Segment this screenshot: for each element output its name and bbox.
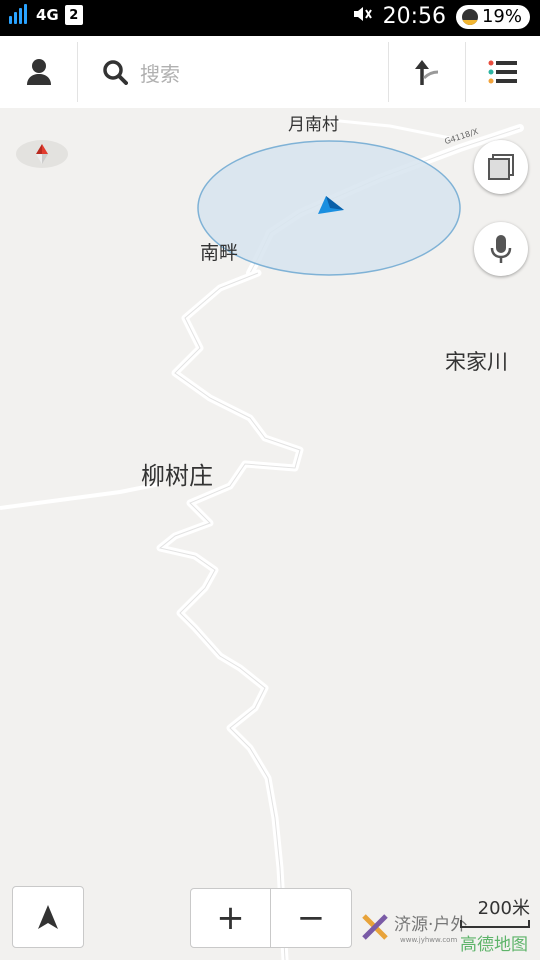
battery-percent: 19% [481, 6, 522, 27]
voice-search-button[interactable] [474, 222, 528, 276]
locate-arrow-icon [38, 905, 58, 929]
map-view[interactable]: 月南村 南畔 宋家川 柳树庄 G4118/X + − 济源·户外 www.jyh… [0, 108, 540, 960]
status-bar: 4G 2 20:56 19% [0, 0, 540, 36]
layers-icon [488, 154, 514, 180]
amap-logo: 高德地图 [460, 935, 528, 955]
menu-button[interactable] [466, 36, 540, 108]
zoom-control: + − [190, 888, 352, 948]
compass-button[interactable] [16, 140, 68, 168]
user-button[interactable] [0, 36, 77, 108]
place-label-nanpan[interactable]: 南畔 [200, 238, 238, 265]
place-label-yuenan[interactable]: 月南村 [288, 110, 339, 135]
sim-slot-badge: 2 [64, 5, 83, 25]
battery-icon [461, 8, 478, 25]
watermark-url: www.jyhww.com [400, 936, 458, 944]
scale-label: 200米 [477, 898, 530, 919]
compass-icon [36, 144, 48, 164]
search-placeholder: 搜索 [140, 61, 180, 86]
microphone-icon [490, 235, 512, 263]
clock: 20:56 [382, 4, 446, 29]
search-bar[interactable]: 搜索 [78, 36, 388, 108]
signal-icon [8, 4, 30, 26]
menu-icon [488, 60, 517, 84]
route-button[interactable] [389, 36, 465, 108]
place-label-songjiachuan[interactable]: 宋家川 [445, 346, 508, 376]
network-type: 4G [36, 6, 59, 24]
location-arrow-icon [318, 196, 344, 214]
scale-bar [460, 920, 530, 928]
zoom-in-button[interactable]: + [191, 889, 271, 947]
watermark-brand: 济源·户外 [394, 915, 468, 935]
locate-button[interactable] [12, 886, 84, 948]
search-icon [103, 60, 128, 85]
brand-x-icon [362, 914, 388, 940]
user-icon [26, 59, 51, 85]
route-icon [415, 60, 439, 85]
place-label-liushuzhuang[interactable]: 柳树庄 [141, 456, 213, 491]
battery-indicator: 19% [455, 4, 530, 29]
mute-icon [351, 3, 373, 30]
zoom-out-button[interactable]: − [271, 889, 351, 947]
top-toolbar: 搜索 [0, 36, 540, 109]
layers-button[interactable] [474, 140, 528, 194]
